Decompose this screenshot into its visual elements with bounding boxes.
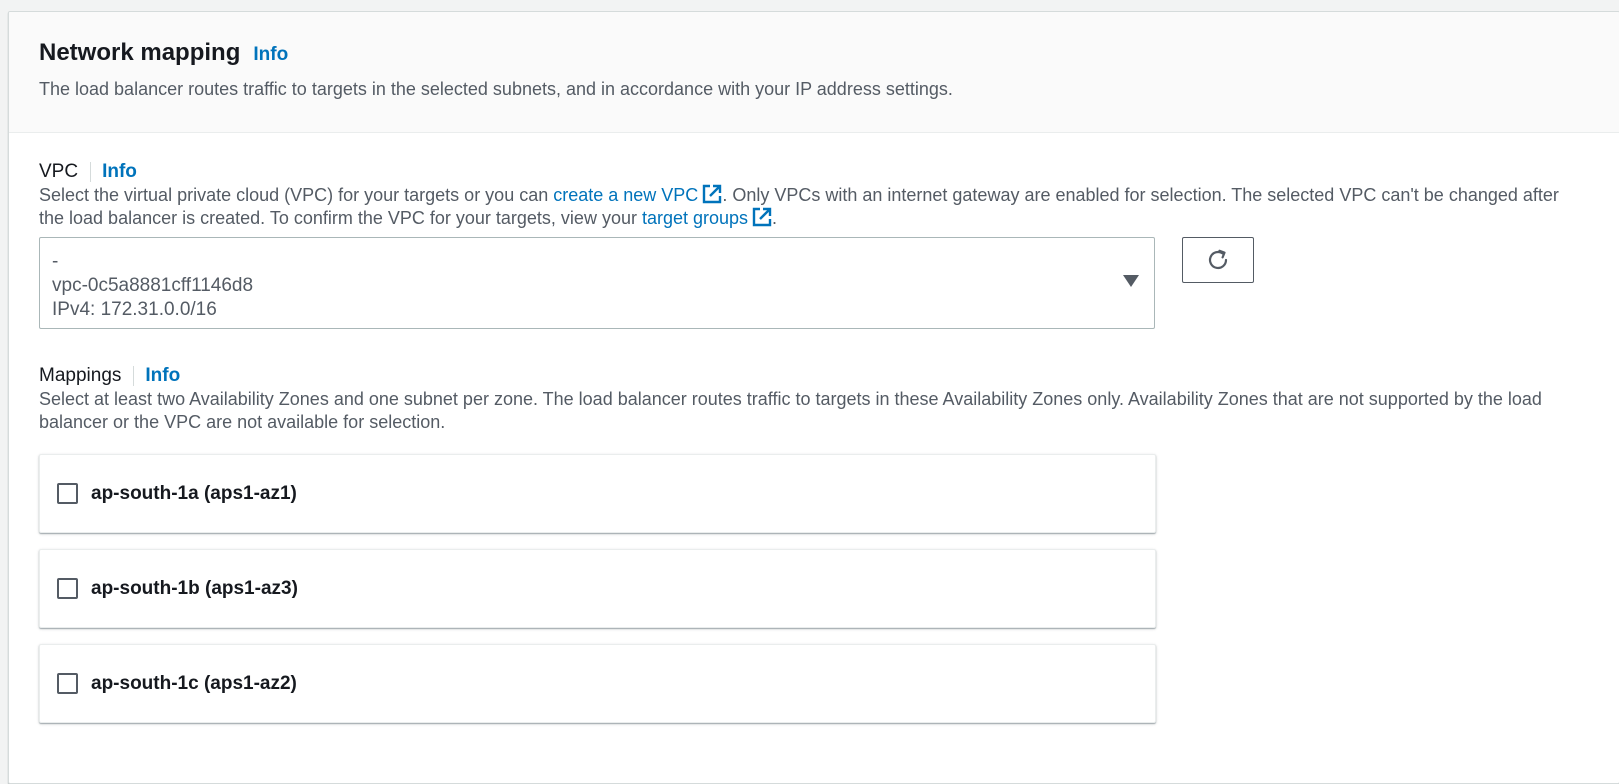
external-link-icon [752,207,772,227]
vpc-description: Select the virtual private cloud (VPC) f… [39,184,1559,228]
vpc-label: VPC [39,162,92,182]
caret-down-icon [1123,275,1139,287]
refresh-icon [1208,249,1228,270]
panel-header: Network mapping Info The load balancer r… [9,12,1619,133]
vpc-info-link[interactable]: Info [102,161,137,183]
az-label: ap-south-1b (aps1-az3) [91,577,298,599]
vpc-section: VPC Info Select the virtual private clou… [39,160,1589,329]
mappings-section: Mappings Info Select at least two Availa… [39,364,1589,723]
az-checkbox[interactable] [57,578,78,599]
vpc-select-cidr: IPv4: 172.31.0.0/16 [52,299,217,320]
mappings-label: Mappings [39,366,135,386]
panel-title: Network mapping [39,39,241,66]
create-vpc-link[interactable]: create a new VPC [553,184,722,205]
vpc-select[interactable]: - vpc-0c5a8881cff1146d8 IPv4: 172.31.0.0… [39,237,1155,329]
header-description: The load balancer routes traffic to targ… [39,79,953,99]
availability-zone-list: ap-south-1a (aps1-az1) ap-south-1b (aps1… [39,454,1589,723]
target-groups-link[interactable]: target groups [642,207,772,228]
az-checkbox[interactable] [57,483,78,504]
external-link-icon [703,184,722,204]
az-card-ap-south-1a[interactable]: ap-south-1a (aps1-az1) [39,454,1156,533]
mappings-info-link[interactable]: Info [145,365,180,387]
refresh-button[interactable] [1182,237,1254,283]
az-label: ap-south-1c (aps1-az2) [91,672,297,694]
az-card-ap-south-1c[interactable]: ap-south-1c (aps1-az2) [39,644,1156,723]
vpc-select-name: - [52,251,59,272]
header-info-link[interactable]: Info [253,44,288,66]
az-card-ap-south-1b[interactable]: ap-south-1b (aps1-az3) [39,549,1156,628]
network-mapping-panel: Network mapping Info The load balancer r… [8,11,1619,784]
mappings-description: Select at least two Availability Zones a… [39,389,1542,432]
az-checkbox[interactable] [57,673,78,694]
az-label: ap-south-1a (aps1-az1) [91,482,297,504]
vpc-select-id: vpc-0c5a8881cff1146d8 [52,275,254,296]
